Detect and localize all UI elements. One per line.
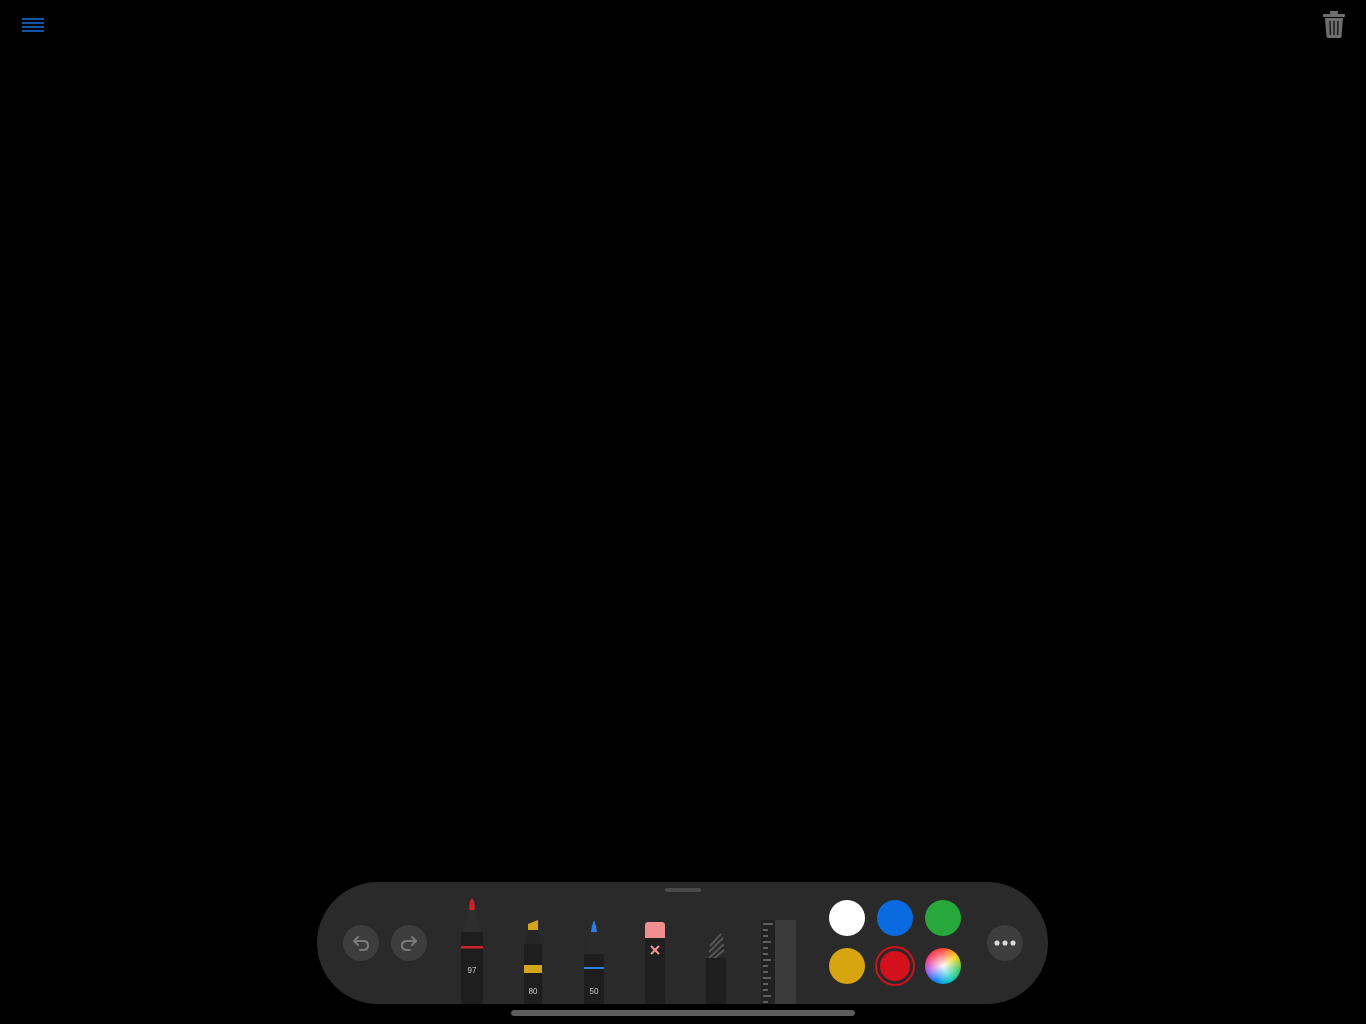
color-wheel-icon bbox=[925, 948, 961, 984]
undo-arrow-icon bbox=[353, 936, 370, 951]
lasso-icon bbox=[706, 922, 726, 1004]
lasso-tool[interactable] bbox=[701, 918, 731, 1004]
color-swatch-green[interactable] bbox=[925, 900, 961, 936]
eraser-icon bbox=[645, 922, 665, 1004]
delete-button[interactable] bbox=[1320, 8, 1348, 40]
pencil-tool[interactable]: 50 bbox=[579, 918, 609, 1004]
pen-size-label: 97 bbox=[467, 966, 477, 975]
menu-button[interactable] bbox=[18, 12, 48, 38]
more-options-button[interactable] bbox=[987, 925, 1023, 961]
marker-tool[interactable]: 80 bbox=[518, 918, 548, 1004]
redo-arrow-icon bbox=[400, 936, 417, 951]
home-indicator bbox=[511, 1010, 855, 1016]
tool-palette: 97 80 50 bbox=[317, 882, 1048, 1004]
ellipsis-icon bbox=[994, 940, 1016, 946]
trash-icon bbox=[1323, 11, 1345, 38]
color-picker-wheel[interactable] bbox=[925, 948, 961, 984]
color-swatch-white[interactable] bbox=[829, 900, 865, 936]
undo-button[interactable] bbox=[343, 925, 379, 961]
eraser-tool[interactable] bbox=[640, 918, 670, 1004]
pencil-size-label: 50 bbox=[589, 987, 599, 996]
marker-size-label: 80 bbox=[528, 987, 538, 996]
color-swatch-red[interactable] bbox=[877, 948, 913, 984]
pen-tool[interactable]: 97 bbox=[457, 896, 487, 1004]
palette-grabber[interactable] bbox=[665, 888, 701, 892]
redo-button[interactable] bbox=[391, 925, 427, 961]
ruler-tool[interactable] bbox=[761, 918, 796, 1004]
color-swatch-yellow[interactable] bbox=[829, 948, 865, 984]
pen-icon bbox=[461, 898, 483, 1004]
color-swatch-blue[interactable] bbox=[877, 900, 913, 936]
menu-lines-icon bbox=[22, 18, 44, 32]
ruler-icon bbox=[761, 920, 796, 1004]
drawing-canvas[interactable] bbox=[0, 0, 1366, 1024]
